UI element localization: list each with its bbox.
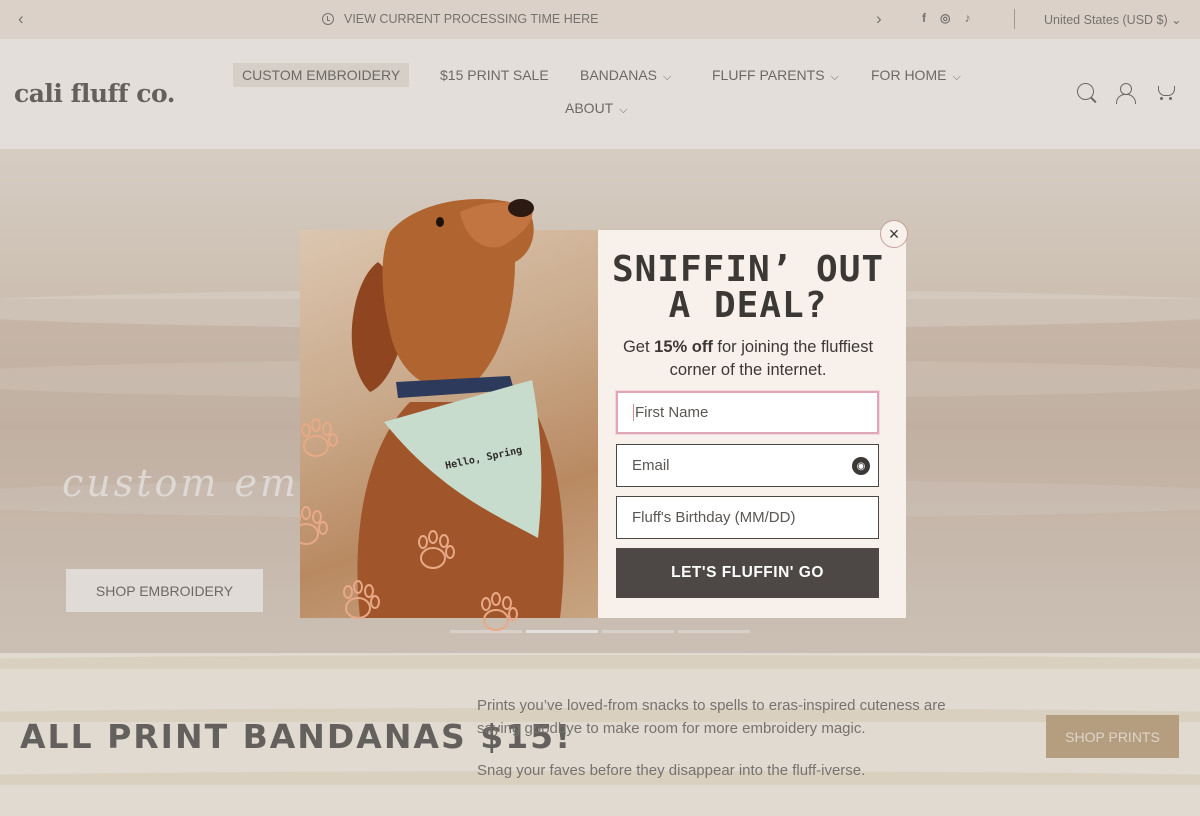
close-icon: × xyxy=(888,223,900,244)
birthday-field[interactable]: Fluff's Birthday (MM/DD) xyxy=(616,496,879,539)
popup-title-line: A DEAL? xyxy=(668,285,828,326)
autofill-icon[interactable]: ◉ xyxy=(852,457,870,475)
first-name-field[interactable]: First Name xyxy=(616,391,879,434)
dog-photo: Hello, Spring xyxy=(300,192,598,631)
birthday-placeholder: Fluff's Birthday (MM/DD) xyxy=(632,509,796,526)
text-caret xyxy=(633,404,634,421)
email-field[interactable]: Email ◉ xyxy=(616,444,879,487)
popup-subtitle: Get 15% off for joining the fluffiest co… xyxy=(600,336,896,382)
dog-illustration: Hello, Spring xyxy=(300,199,564,631)
popup-title: SNIFFIN’ OUT A DEAL? xyxy=(600,252,896,324)
close-popup-button[interactable]: × xyxy=(880,220,908,248)
discount-amount: 15% off xyxy=(654,338,713,356)
popup-title-line: SNIFFIN’ OUT xyxy=(611,249,885,290)
first-name-placeholder: First Name xyxy=(635,404,709,421)
email-placeholder: Email xyxy=(632,457,670,474)
submit-button[interactable]: LET'S FLUFFIN' GO xyxy=(616,548,879,598)
subtitle-text: Get xyxy=(622,338,655,356)
